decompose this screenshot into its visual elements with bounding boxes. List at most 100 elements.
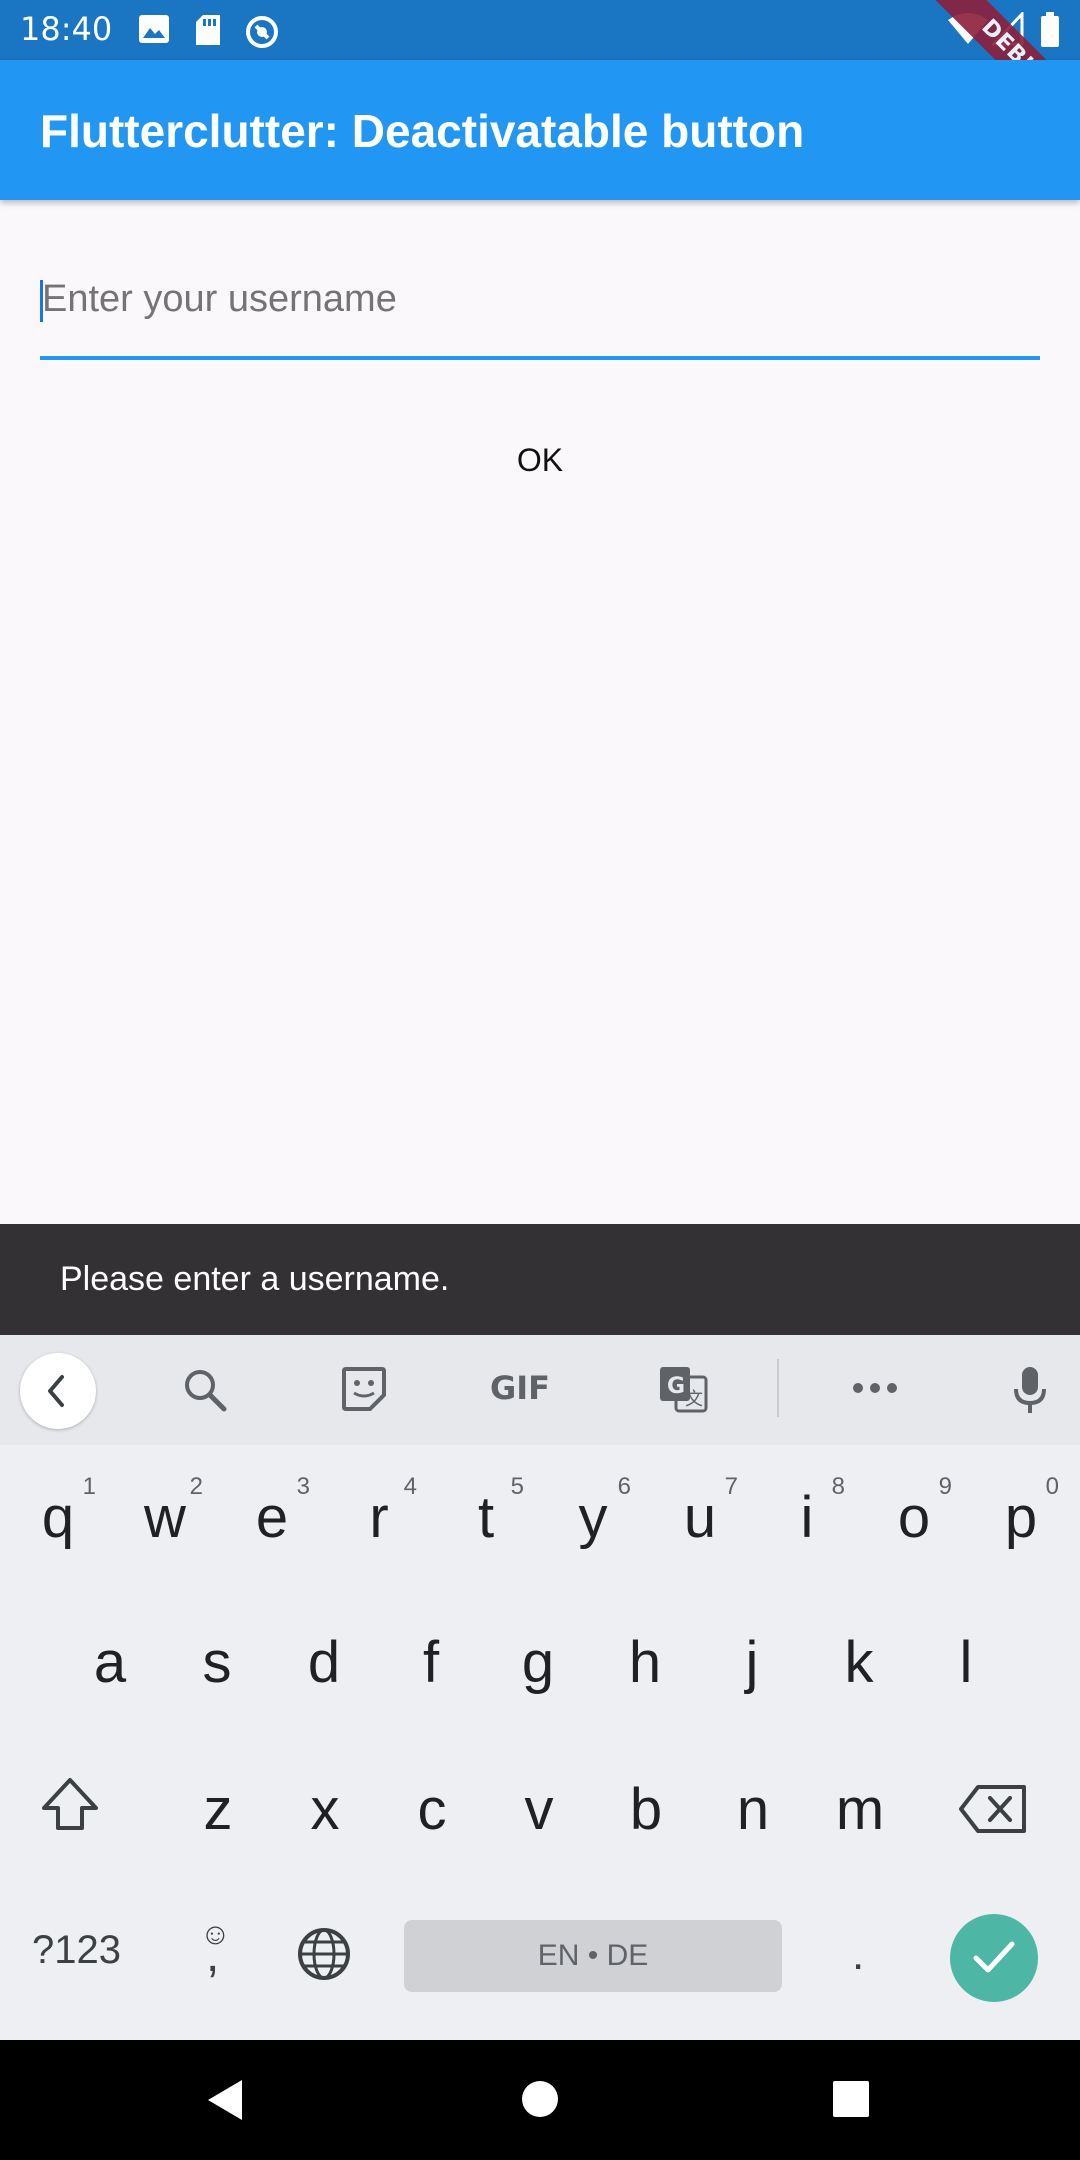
key-x[interactable]: x (295, 1775, 355, 1845)
status-bar: 18:40 (0, 0, 1080, 60)
app-bar-title: Flutterclutter: Deactivatable button (40, 105, 805, 157)
symbols-key[interactable]: ?123 (32, 1928, 121, 1973)
battery-icon (1040, 12, 1060, 53)
check-icon (972, 1938, 1016, 1983)
key-label: m (835, 1777, 885, 1842)
key-i[interactable]: i8 (777, 1473, 845, 1553)
key-label: s (202, 1630, 232, 1695)
sticker-icon[interactable] (340, 1365, 388, 1418)
gif-icon[interactable]: GIF (490, 1369, 550, 1407)
key-label: l (959, 1630, 973, 1695)
username-placeholder: Enter your username (42, 278, 397, 320)
key-label: t (477, 1485, 495, 1550)
key-label: a (93, 1630, 127, 1695)
key-label: r (369, 1485, 389, 1550)
key-label: i (800, 1485, 814, 1550)
more-icon[interactable] (852, 1381, 898, 1399)
key-k[interactable]: k (829, 1628, 889, 1698)
key-g[interactable]: g (508, 1628, 568, 1698)
key-r[interactable]: r4 (349, 1473, 417, 1553)
key-e[interactable]: e3 (242, 1473, 310, 1553)
text-cursor (40, 280, 43, 322)
key-q[interactable]: q1 (28, 1473, 96, 1553)
key-number-hint: 1 (82, 1473, 96, 1500)
shift-key[interactable] (40, 1776, 100, 1837)
key-label: d (307, 1630, 341, 1695)
period-key[interactable]: . (852, 1930, 864, 1980)
key-number-hint: 4 (403, 1473, 417, 1500)
enter-key[interactable] (950, 1914, 1038, 2002)
key-v[interactable]: v (509, 1775, 569, 1845)
key-label: y (578, 1485, 608, 1550)
sd-card-icon (194, 14, 222, 51)
key-label: w (144, 1485, 186, 1550)
key-number-hint: 9 (938, 1473, 952, 1500)
signal-icon (990, 10, 1024, 51)
key-t[interactable]: t5 (456, 1473, 524, 1553)
navigation-bar (0, 2040, 1080, 2160)
key-label: q (41, 1485, 75, 1550)
status-time: 18:40 (20, 10, 113, 48)
key-label: o (897, 1485, 931, 1550)
home-circle-icon[interactable] (521, 2080, 559, 2123)
key-label: g (521, 1630, 555, 1695)
key-j[interactable]: j (722, 1628, 782, 1698)
key-label: p (1004, 1485, 1038, 1550)
search-icon[interactable] (180, 1365, 230, 1420)
keyboard-back-button[interactable] (20, 1353, 96, 1429)
key-label: z (203, 1777, 233, 1842)
key-m[interactable]: m (830, 1775, 890, 1845)
key-number-hint: 8 (831, 1473, 845, 1500)
key-label: h (628, 1630, 662, 1695)
recents-square-icon[interactable] (832, 2080, 870, 2123)
key-d[interactable]: d (294, 1628, 354, 1698)
key-b[interactable]: b (616, 1775, 676, 1845)
space-bar[interactable]: EN • DE (404, 1920, 782, 1992)
key-label: x (310, 1777, 340, 1842)
key-p[interactable]: p0 (991, 1473, 1059, 1553)
key-c[interactable]: c (402, 1775, 462, 1845)
svg-text:文: 文 (685, 1389, 703, 1410)
key-y[interactable]: y6 (563, 1473, 632, 1553)
image-icon (138, 14, 170, 49)
key-u[interactable]: u7 (670, 1473, 738, 1553)
ok-button[interactable]: OK (480, 430, 600, 490)
key-a[interactable]: a (80, 1628, 140, 1698)
comma-key[interactable]: , (206, 1928, 219, 1983)
key-number-hint: 6 (617, 1473, 631, 1500)
key-number-hint: 5 (510, 1473, 524, 1500)
key-number-hint: 0 (1045, 1473, 1059, 1500)
app-bar: Flutterclutter: Deactivatable button (0, 60, 1080, 200)
wifi-icon (948, 12, 988, 51)
translate-icon[interactable]: G文 (658, 1365, 708, 1418)
key-l[interactable]: l (936, 1628, 996, 1698)
key-label: c (417, 1777, 447, 1842)
key-label: f (422, 1630, 440, 1695)
key-label: j (745, 1630, 759, 1695)
key-label: u (683, 1485, 717, 1550)
key-s[interactable]: s (187, 1628, 247, 1698)
svg-text:G: G (667, 1374, 685, 1399)
key-n[interactable]: n (723, 1775, 783, 1845)
key-h[interactable]: h (615, 1628, 675, 1698)
key-number-hint: 3 (296, 1473, 310, 1500)
key-label: e (255, 1485, 289, 1550)
back-triangle-icon[interactable] (204, 2078, 244, 2127)
keyboard-toolbar: GIF G文 (0, 1335, 1080, 1445)
backspace-key[interactable] (958, 1784, 1028, 1839)
key-label: b (629, 1777, 663, 1842)
snackbar: Please enter a username. (0, 1224, 1080, 1335)
key-z[interactable]: z (188, 1775, 248, 1845)
key-label: k (844, 1630, 874, 1695)
key-o[interactable]: o9 (884, 1473, 952, 1553)
key-number-hint: 7 (724, 1473, 738, 1500)
username-input[interactable]: Enter your username (40, 268, 1040, 364)
key-f[interactable]: f (401, 1628, 461, 1698)
toolbar-divider (777, 1359, 779, 1417)
key-number-hint: 2 (189, 1473, 203, 1500)
globe-icon[interactable] (296, 1926, 352, 1987)
mic-icon[interactable] (1012, 1365, 1048, 1420)
chevron-left-icon (42, 1373, 72, 1414)
key-w[interactable]: w2 (135, 1473, 203, 1553)
snackbar-message: Please enter a username. (60, 1260, 450, 1298)
